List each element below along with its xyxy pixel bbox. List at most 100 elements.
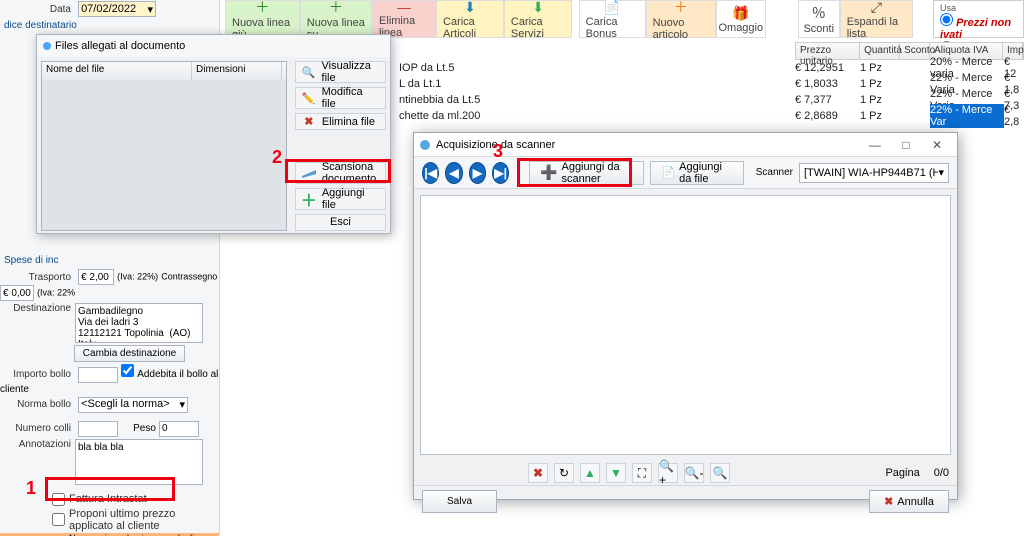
select-norma-bollo[interactable]: <Scegli la norma>▾ (78, 397, 188, 413)
chevron-down-icon: ▾ (148, 3, 154, 16)
checkbox-addebita-bollo[interactable] (121, 364, 134, 377)
label-data: Data (0, 4, 75, 15)
tool-nuova-linea-su[interactable]: ＋Nuova linea su (300, 0, 372, 38)
scan-preview (420, 195, 951, 455)
annotation-2: 2 (272, 147, 282, 168)
label-indice-destinatario: dice destinatario (0, 18, 219, 33)
tool-zoom-in[interactable]: 🔍+ (658, 463, 678, 483)
tool-sconti[interactable]: ％Sconti (798, 0, 840, 38)
value-pagina: 0/0 (926, 467, 949, 479)
checkbox-proponi[interactable] (52, 513, 65, 526)
nav-prev[interactable]: ◀ (445, 162, 462, 184)
input-numero-colli[interactable] (78, 421, 118, 437)
label-scanner: Scanner (756, 167, 793, 178)
label-trasporto: Trasporto (0, 272, 75, 283)
col-dimensioni[interactable]: Dimensioni (192, 62, 282, 80)
tool-espandi-lista[interactable]: ⤢Espandi la lista (840, 0, 913, 38)
nav-last[interactable]: ▶| (492, 162, 509, 184)
label-iva-trasp: (Iva: 22%) (117, 272, 158, 282)
delete-icon: ✖ (302, 115, 316, 129)
input-contrassegno[interactable] (0, 285, 34, 301)
tool-delete[interactable]: ✖ (528, 463, 548, 483)
select-scanner[interactable]: [TWAIN] WIA-HP944B71 (HP OfficeJet 80▾ (799, 163, 949, 183)
label-norma-bollo: Norma bollo (0, 399, 75, 410)
tool-carica-servizi[interactable]: ⬇Carica Servizi (504, 0, 572, 38)
button-annulla[interactable]: ✖Annulla (869, 490, 949, 513)
arrow-down-icon: ⬇ (532, 0, 544, 16)
button-aggiungi-file[interactable]: ＋Aggiungi file (295, 188, 386, 210)
chevron-down-icon: ▾ (180, 398, 186, 412)
table-row[interactable]: chette da ml.200€ 2,86891 Pz22% - Merce … (395, 108, 1024, 124)
modal1-titlebar[interactable]: Files allegati al documento (37, 35, 390, 57)
tool-carica-bonus[interactable]: 📄Carica Bonus (579, 0, 646, 38)
col-nome-file[interactable]: Nome del file (42, 62, 192, 80)
close-icon: ✖ (884, 495, 893, 508)
close-button[interactable]: ✕ (923, 138, 951, 152)
modal2-edit-tools: ✖ ↻ ▲ ▼ ⛶ 🔍+ 🔍- 🔍 Pagina 0/0 (414, 461, 957, 485)
button-aggiungi-da-file[interactable]: 📄Aggiungi da file (650, 161, 743, 185)
tool-omaggio[interactable]: 🎁Omaggio (716, 0, 766, 38)
tool-zoom-out[interactable]: 🔍- (684, 463, 704, 483)
button-modifica-file[interactable]: ✏️Modifica file (295, 87, 386, 109)
annotation-box-3 (517, 158, 632, 187)
button-visualizza-file[interactable]: 🔍Visualizza file (295, 61, 386, 83)
input-importo-bollo[interactable] (78, 367, 118, 383)
magnifier-icon: 🔍 (302, 65, 316, 79)
label-usa: Usa (940, 3, 1017, 13)
chevron-down-icon: ▾ (938, 166, 944, 179)
col-quantita[interactable]: Quantità (860, 43, 900, 59)
nav-next[interactable]: ▶ (469, 162, 486, 184)
tool-move-up[interactable]: ▲ (580, 463, 600, 483)
file-list[interactable]: Nome del file Dimensioni (41, 61, 287, 231)
modal1-title: Files allegati al documento (55, 40, 185, 52)
tool-rotate[interactable]: ↻ (554, 463, 574, 483)
col-prezzo[interactable]: Prezzo unitario (796, 43, 860, 59)
button-elimina-file[interactable]: ✖Elimina file (295, 113, 386, 130)
bonus-icon: 📄 (603, 0, 620, 16)
percent-icon: ％ (812, 3, 826, 23)
modal2-footer: Salva ✖Annulla (414, 485, 957, 517)
modal-acquisizione-scanner: Acquisizione da scanner — □ ✕ |◀ ◀ ▶ ▶| … (413, 132, 958, 500)
textarea-destinazione[interactable]: Gambadilegno Via dei ladri 3 12112121 To… (75, 303, 203, 343)
annotation-box-2 (285, 159, 391, 183)
label-contrassegno: Contrassegno (161, 272, 217, 282)
app-icon (420, 140, 430, 150)
price-toggle: Usa Prezzi non ivati Prezzi ivati (933, 0, 1024, 38)
grid-rows: IOP da Lt.5€ 12,29511 Pz20% - Merce vari… (395, 60, 1024, 124)
plus-icon: ＋ (329, 0, 343, 17)
label-destinazione: Destinazione (0, 303, 75, 343)
arrow-down-icon: ⬇ (464, 0, 476, 16)
button-salva[interactable]: Salva (422, 490, 497, 513)
maximize-button[interactable]: □ (892, 138, 920, 152)
nav-first[interactable]: |◀ (422, 162, 439, 184)
tool-nuovo-articolo[interactable]: ＋Nuovo articolo (646, 0, 716, 38)
tool-zoom-fit[interactable]: ⛶ (632, 463, 652, 483)
tool-move-down[interactable]: ▼ (606, 463, 626, 483)
radio-non-ivati[interactable] (940, 13, 953, 26)
tool-carica-articoli[interactable]: ⬇Carica Articoli (436, 0, 504, 38)
col-sconto[interactable]: Sconto (900, 43, 930, 59)
label-numero-colli: Numero colli (0, 423, 75, 434)
date-input[interactable]: 07/02/2022▾ (78, 1, 156, 17)
expand-icon: ⤢ (871, 0, 882, 16)
button-esci[interactable]: Esci (295, 214, 386, 231)
modal-files-allegati: Files allegati al documento Nome del fil… (36, 34, 391, 234)
tool-zoom-100[interactable]: 🔍 (710, 463, 730, 483)
annotation-1: 1 (26, 478, 36, 499)
button-cambia-destinazione[interactable]: Cambia destinazione (74, 345, 185, 362)
input-peso[interactable] (159, 421, 199, 437)
tool-nuova-linea-giu[interactable]: ＋Nuova linea giù (225, 0, 300, 38)
minimize-button[interactable]: — (861, 138, 889, 152)
plus-icon: ＋ (674, 0, 688, 17)
tool-elimina-linea[interactable]: —Elimina linea (372, 0, 436, 38)
label-pagina: Pagina (885, 467, 919, 479)
plus-icon: ＋ (255, 0, 269, 17)
app-icon (43, 42, 51, 50)
pencil-icon: ✏️ (302, 91, 316, 105)
label-importo-bollo: Importo bollo (0, 369, 75, 380)
window-buttons: — □ ✕ (861, 138, 951, 152)
label-peso: Peso (121, 423, 156, 434)
annotation-box-1 (45, 477, 175, 501)
input-trasporto[interactable] (78, 269, 114, 285)
file-icon: 📄 (661, 166, 675, 179)
